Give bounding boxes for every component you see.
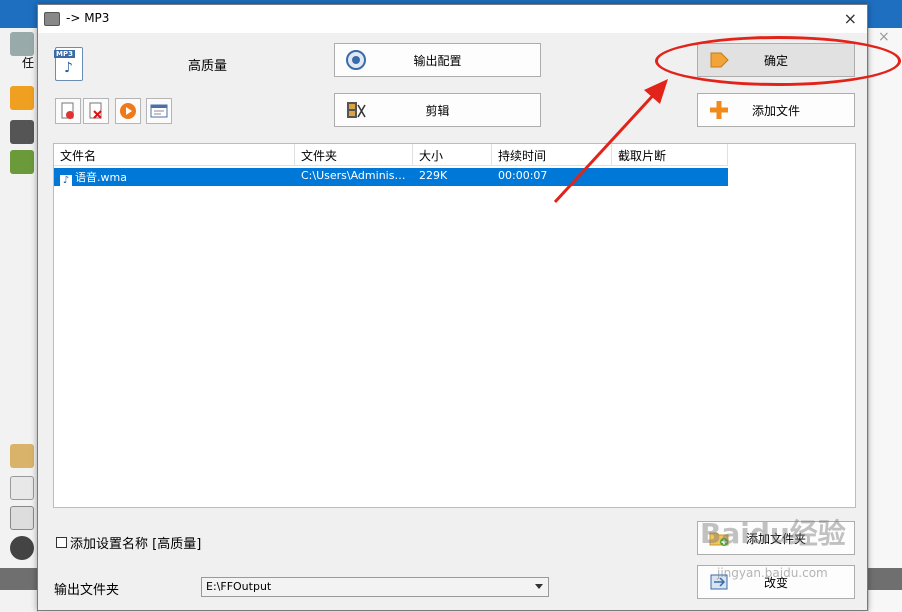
disc-drive-icon[interactable] [10, 506, 34, 530]
output-folder-value: E:\FFOutput [206, 580, 272, 593]
output-config-button[interactable]: 输出配置 [334, 43, 541, 77]
mp3-tag: MP3 [54, 50, 75, 58]
media-info-button[interactable] [146, 98, 172, 124]
annotation-arrow-icon [553, 79, 668, 204]
app-icon [10, 32, 34, 56]
background-sidebar: 任 [0, 28, 38, 612]
watermark-url: jingyan.baidu.com [717, 566, 828, 580]
file-name-cell: ♪ 语音.wma [54, 168, 295, 186]
picture-icon[interactable] [10, 444, 34, 468]
watermark: Baidu经验 [700, 517, 846, 550]
film-reel-icon[interactable] [10, 536, 34, 560]
delete-icon [89, 102, 102, 119]
add-setting-name-label: 添加设置名称 [高质量] [70, 537, 202, 552]
remove-file-button[interactable] [55, 98, 81, 124]
column-header-filename[interactable]: 文件名 [54, 144, 295, 166]
column-header-folder[interactable]: 文件夹 [295, 144, 413, 166]
background-label: 任 [22, 56, 35, 70]
title-bar: -> MP3 × [38, 5, 867, 33]
add-file-button[interactable]: 添加文件 [697, 93, 855, 127]
add-setting-name-checkbox[interactable] [56, 537, 67, 548]
close-icon[interactable]: × [844, 9, 857, 28]
file-list[interactable]: 文件名 文件夹 大小 持续时间 截取片断 ♪ 语音.wma C:\Users\Ad… [53, 143, 856, 508]
music-icon[interactable] [10, 150, 34, 174]
window-title: -> MP3 [66, 11, 110, 25]
file-name: 语音.wma [75, 171, 127, 184]
output-folder-select[interactable]: E:\FFOutput [201, 577, 549, 597]
music-note-icon: ♪ [64, 60, 73, 76]
file-folder-cell: C:\Users\Administr... [301, 169, 413, 182]
add-setting-name-option[interactable]: 添加设置名称 [高质量] [56, 533, 201, 552]
clear-list-button[interactable] [83, 98, 109, 124]
document-icon[interactable] [10, 476, 34, 500]
play-button[interactable] [115, 98, 141, 124]
background-right-panel [868, 28, 902, 612]
highlight-oval [655, 36, 901, 86]
video-icon[interactable] [10, 120, 34, 144]
app-logo-icon [44, 12, 60, 26]
background-close-icon[interactable]: × [878, 30, 892, 44]
add-file-label: 添加文件 [751, 103, 800, 118]
output-folder-label: 输出文件夹 [54, 583, 120, 598]
remove-file-icon [61, 102, 74, 119]
clip-label: 剪辑 [425, 103, 450, 118]
file-size-cell: 229K [419, 169, 448, 182]
folder-icon[interactable] [10, 86, 34, 110]
plus-icon [708, 99, 730, 121]
clip-button[interactable]: 剪辑 [334, 93, 541, 127]
chevron-down-icon [535, 584, 543, 589]
play-icon [120, 103, 136, 119]
audio-file-icon: ♪ [60, 175, 72, 186]
quality-label: 高质量 [188, 59, 228, 74]
gear-icon [345, 49, 367, 71]
column-header-size[interactable]: 大小 [413, 144, 492, 166]
film-scissors-icon [345, 99, 367, 121]
output-config-label: 输出配置 [413, 53, 462, 68]
info-window-icon [150, 104, 168, 118]
mp3-file-icon: MP3 ♪ [54, 47, 83, 81]
